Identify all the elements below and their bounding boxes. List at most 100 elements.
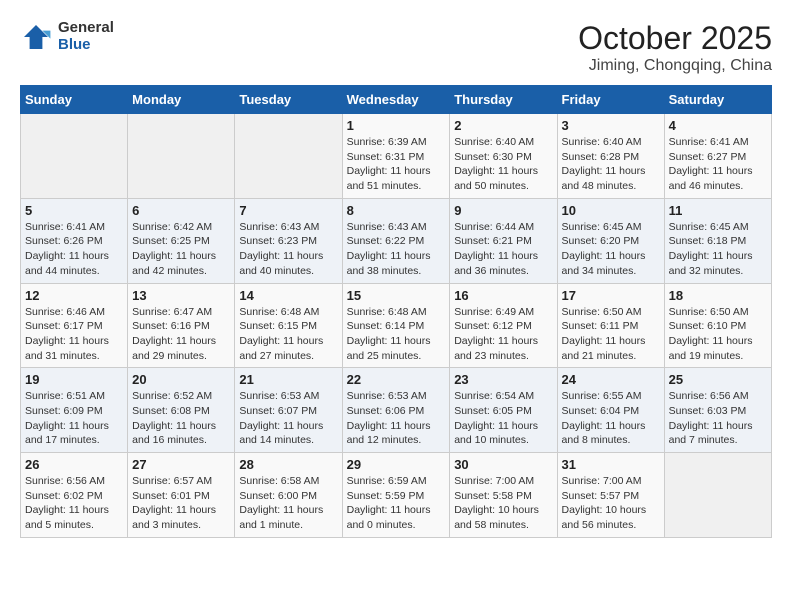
calendar-cell	[235, 114, 342, 199]
weekday-header-friday: Friday	[557, 86, 664, 114]
day-info: Sunrise: 7:00 AMSunset: 5:58 PMDaylight:…	[454, 474, 552, 533]
week-row-1: 1 Sunrise: 6:39 AMSunset: 6:31 PMDaylight…	[21, 114, 772, 199]
calendar-cell: 25Sunrise: 6:56 AMSunset: 6:03 PMDayligh…	[664, 368, 771, 453]
day-info: Sunrise: 6:41 AMSunset: 6:27 PMDaylight:…	[669, 135, 767, 194]
calendar-cell: 16Sunrise: 6:49 AMSunset: 6:12 PMDayligh…	[450, 283, 557, 368]
day-number: 9	[454, 203, 552, 218]
day-info: Sunrise: 6:45 AMSunset: 6:18 PMDaylight:…	[669, 220, 767, 279]
day-info: Sunrise: 6:53 AMSunset: 6:07 PMDaylight:…	[239, 389, 337, 448]
calendar-cell: 7Sunrise: 6:43 AMSunset: 6:23 PMDaylight…	[235, 198, 342, 283]
weekday-header-tuesday: Tuesday	[235, 86, 342, 114]
day-number: 8	[347, 203, 446, 218]
calendar-cell: 29Sunrise: 6:59 AMSunset: 5:59 PMDayligh…	[342, 453, 450, 538]
day-info: Sunrise: 6:51 AMSunset: 6:09 PMDaylight:…	[25, 389, 123, 448]
calendar-cell: 9 Sunrise: 6:44 AMSunset: 6:21 PMDaylight…	[450, 198, 557, 283]
day-info: Sunrise: 6:41 AMSunset: 6:26 PMDaylight:…	[25, 220, 123, 279]
logo-icon	[20, 21, 52, 53]
day-number: 1	[347, 118, 446, 133]
day-info: Sunrise: 6:49 AMSunset: 6:12 PMDaylight:…	[454, 305, 552, 364]
calendar-cell: 17Sunrise: 6:50 AMSunset: 6:11 PMDayligh…	[557, 283, 664, 368]
day-number: 15	[347, 288, 446, 303]
day-info: Sunrise: 6:45 AMSunset: 6:20 PMDaylight:…	[562, 220, 660, 279]
calendar-cell: 12 Sunrise: 6:46 AMSunset: 6:17 PMDayligh…	[21, 283, 128, 368]
day-number: 10	[562, 203, 660, 218]
weekday-header-monday: Monday	[128, 86, 235, 114]
logo-general-label: General	[58, 20, 114, 37]
weekday-header-wednesday: Wednesday	[342, 86, 450, 114]
day-number: 29	[347, 457, 446, 472]
calendar-cell: 6 Sunrise: 6:42 AMSunset: 6:25 PMDaylight…	[128, 198, 235, 283]
day-info: Sunrise: 6:56 AMSunset: 6:02 PMDaylight:…	[25, 474, 123, 533]
week-row-4: 19 Sunrise: 6:51 AMSunset: 6:09 PMDayligh…	[21, 368, 772, 453]
day-info: Sunrise: 6:58 AMSunset: 6:00 PMDaylight:…	[239, 474, 337, 533]
week-row-5: 26 Sunrise: 6:56 AMSunset: 6:02 PMDayligh…	[21, 453, 772, 538]
calendar-cell: 2Sunrise: 6:40 AMSunset: 6:30 PMDaylight…	[450, 114, 557, 199]
calendar-cell: 8 Sunrise: 6:43 AMSunset: 6:22 PMDaylight…	[342, 198, 450, 283]
day-info: Sunrise: 6:52 AMSunset: 6:08 PMDaylight:…	[132, 389, 230, 448]
day-info: Sunrise: 6:48 AMSunset: 6:14 PMDaylight:…	[347, 305, 446, 364]
day-info: Sunrise: 6:47 AMSunset: 6:16 PMDaylight:…	[132, 305, 230, 364]
day-info: Sunrise: 6:39 AMSunset: 6:31 PMDaylight:…	[347, 135, 446, 194]
day-info: Sunrise: 6:55 AMSunset: 6:04 PMDaylight:…	[562, 389, 660, 448]
logo-text: General Blue	[58, 20, 114, 53]
day-number: 11	[669, 203, 767, 218]
calendar-cell: 18Sunrise: 6:50 AMSunset: 6:10 PMDayligh…	[664, 283, 771, 368]
calendar-cell: 5 Sunrise: 6:41 AMSunset: 6:26 PMDaylight…	[21, 198, 128, 283]
day-info: Sunrise: 7:00 AMSunset: 5:57 PMDaylight:…	[562, 474, 660, 533]
calendar-cell: 23 Sunrise: 6:54 AMSunset: 6:05 PMDayligh…	[450, 368, 557, 453]
day-number: 18	[669, 288, 767, 303]
day-number: 19	[25, 372, 123, 387]
week-row-2: 5 Sunrise: 6:41 AMSunset: 6:26 PMDaylight…	[21, 198, 772, 283]
calendar-cell: 26 Sunrise: 6:56 AMSunset: 6:02 PMDayligh…	[21, 453, 128, 538]
day-number: 12	[25, 288, 123, 303]
weekday-header-thursday: Thursday	[450, 86, 557, 114]
day-number: 30	[454, 457, 552, 472]
day-info: Sunrise: 6:54 AMSunset: 6:05 PMDaylight:…	[454, 389, 552, 448]
header: General Blue October 2025 Jiming, Chongq…	[20, 20, 772, 75]
calendar-cell: 28 Sunrise: 6:58 AMSunset: 6:00 PMDayligh…	[235, 453, 342, 538]
calendar-cell: 14Sunrise: 6:48 AMSunset: 6:15 PMDayligh…	[235, 283, 342, 368]
title-area: October 2025 Jiming, Chongqing, China	[578, 20, 772, 75]
day-number: 25	[669, 372, 767, 387]
day-info: Sunrise: 6:42 AMSunset: 6:25 PMDaylight:…	[132, 220, 230, 279]
day-number: 28	[239, 457, 337, 472]
calendar-cell	[128, 114, 235, 199]
day-number: 26	[25, 457, 123, 472]
weekday-header-saturday: Saturday	[664, 86, 771, 114]
calendar-header: SundayMondayTuesdayWednesdayThursdayFrid…	[21, 86, 772, 114]
calendar-cell: 19 Sunrise: 6:51 AMSunset: 6:09 PMDayligh…	[21, 368, 128, 453]
weekday-row: SundayMondayTuesdayWednesdayThursdayFrid…	[21, 86, 772, 114]
weekday-header-sunday: Sunday	[21, 86, 128, 114]
calendar: SundayMondayTuesdayWednesdayThursdayFrid…	[20, 85, 772, 538]
day-number: 6	[132, 203, 230, 218]
calendar-cell	[21, 114, 128, 199]
logo: General Blue	[20, 20, 114, 53]
location-title: Jiming, Chongqing, China	[578, 57, 772, 75]
day-number: 5	[25, 203, 123, 218]
calendar-cell: 10 Sunrise: 6:45 AMSunset: 6:20 PMDayligh…	[557, 198, 664, 283]
calendar-cell: 22 Sunrise: 6:53 AMSunset: 6:06 PMDayligh…	[342, 368, 450, 453]
day-info: Sunrise: 6:44 AMSunset: 6:21 PMDaylight:…	[454, 220, 552, 279]
day-info: Sunrise: 6:53 AMSunset: 6:06 PMDaylight:…	[347, 389, 446, 448]
calendar-body: 1 Sunrise: 6:39 AMSunset: 6:31 PMDaylight…	[21, 114, 772, 538]
day-number: 21	[239, 372, 337, 387]
day-number: 2	[454, 118, 552, 133]
day-number: 27	[132, 457, 230, 472]
calendar-cell: 13 Sunrise: 6:47 AMSunset: 6:16 PMDayligh…	[128, 283, 235, 368]
day-info: Sunrise: 6:43 AMSunset: 6:23 PMDaylight:…	[239, 220, 337, 279]
day-info: Sunrise: 6:46 AMSunset: 6:17 PMDaylight:…	[25, 305, 123, 364]
day-number: 13	[132, 288, 230, 303]
calendar-cell: 15 Sunrise: 6:48 AMSunset: 6:14 PMDayligh…	[342, 283, 450, 368]
day-info: Sunrise: 6:57 AMSunset: 6:01 PMDaylight:…	[132, 474, 230, 533]
day-info: Sunrise: 6:50 AMSunset: 6:11 PMDaylight:…	[562, 305, 660, 364]
day-number: 22	[347, 372, 446, 387]
calendar-cell: 4Sunrise: 6:41 AMSunset: 6:27 PMDaylight…	[664, 114, 771, 199]
logo-blue-label: Blue	[58, 37, 114, 54]
day-info: Sunrise: 6:40 AMSunset: 6:28 PMDaylight:…	[562, 135, 660, 194]
calendar-cell: 30 Sunrise: 7:00 AMSunset: 5:58 PMDayligh…	[450, 453, 557, 538]
day-number: 23	[454, 372, 552, 387]
day-info: Sunrise: 6:43 AMSunset: 6:22 PMDaylight:…	[347, 220, 446, 279]
calendar-cell: 11 Sunrise: 6:45 AMSunset: 6:18 PMDayligh…	[664, 198, 771, 283]
day-number: 31	[562, 457, 660, 472]
calendar-cell: 24Sunrise: 6:55 AMSunset: 6:04 PMDayligh…	[557, 368, 664, 453]
